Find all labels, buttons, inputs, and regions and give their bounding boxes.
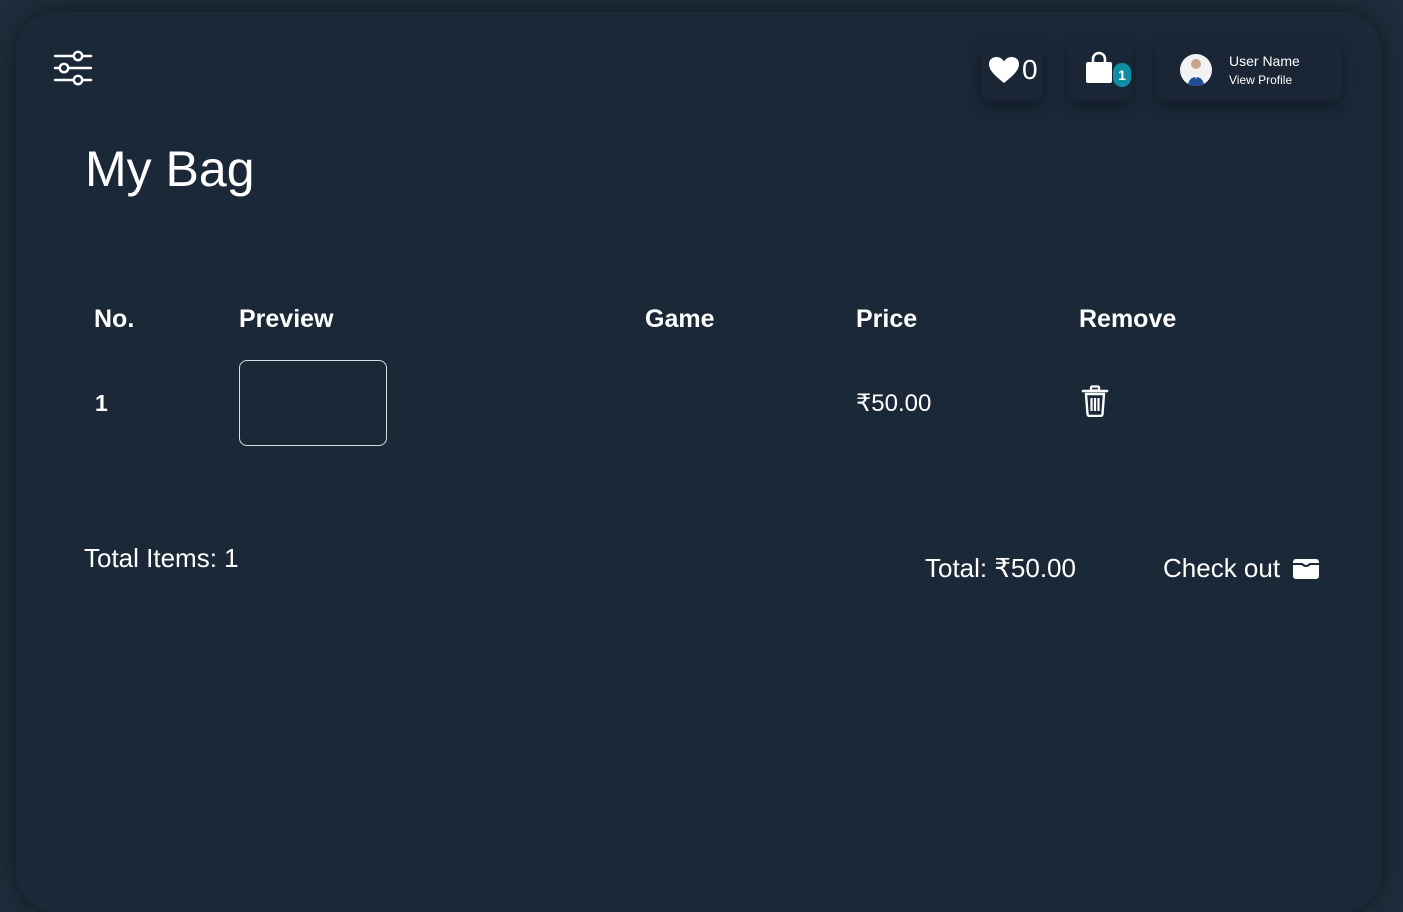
total-items: Total Items: 1 [84, 543, 239, 573]
row-number: 1 [95, 390, 108, 416]
checkout-button[interactable]: Check out [1163, 553, 1320, 584]
wishlist-count: 0 [1022, 54, 1038, 85]
filter-button[interactable] [53, 50, 95, 88]
bag-count-badge: 1 [1113, 63, 1131, 87]
column-header-remove: Remove [1079, 305, 1177, 333]
view-profile-link[interactable]: View Profile [1229, 72, 1300, 88]
user-profile-button[interactable]: User Name View Profile [1156, 39, 1342, 101]
total-price: Total: ₹50.00 [925, 553, 1076, 583]
page-title: My Bag [85, 141, 255, 197]
column-header-preview: Preview [239, 305, 334, 333]
checkout-label: Check out [1163, 553, 1281, 583]
column-header-game: Game [645, 305, 715, 333]
shopping-bag-icon [1086, 51, 1112, 83]
heart-icon [989, 57, 1019, 83]
bag-button[interactable]: 1 [1068, 39, 1132, 101]
sliders-icon [53, 50, 93, 86]
item-price: ₹50.00 [856, 390, 932, 417]
avatar [1180, 54, 1212, 86]
remove-item-button[interactable] [1081, 385, 1109, 418]
trash-icon [1081, 385, 1109, 418]
wallet-icon [1293, 558, 1320, 579]
game-preview-image [239, 360, 387, 446]
column-header-price: Price [856, 305, 918, 333]
column-header-no: No. [94, 305, 135, 333]
main-panel: 0 1 User Name View Profile My Bag No. Pr… [16, 12, 1382, 912]
user-name: User Name [1229, 53, 1300, 69]
wishlist-button[interactable]: 0 [981, 39, 1043, 101]
